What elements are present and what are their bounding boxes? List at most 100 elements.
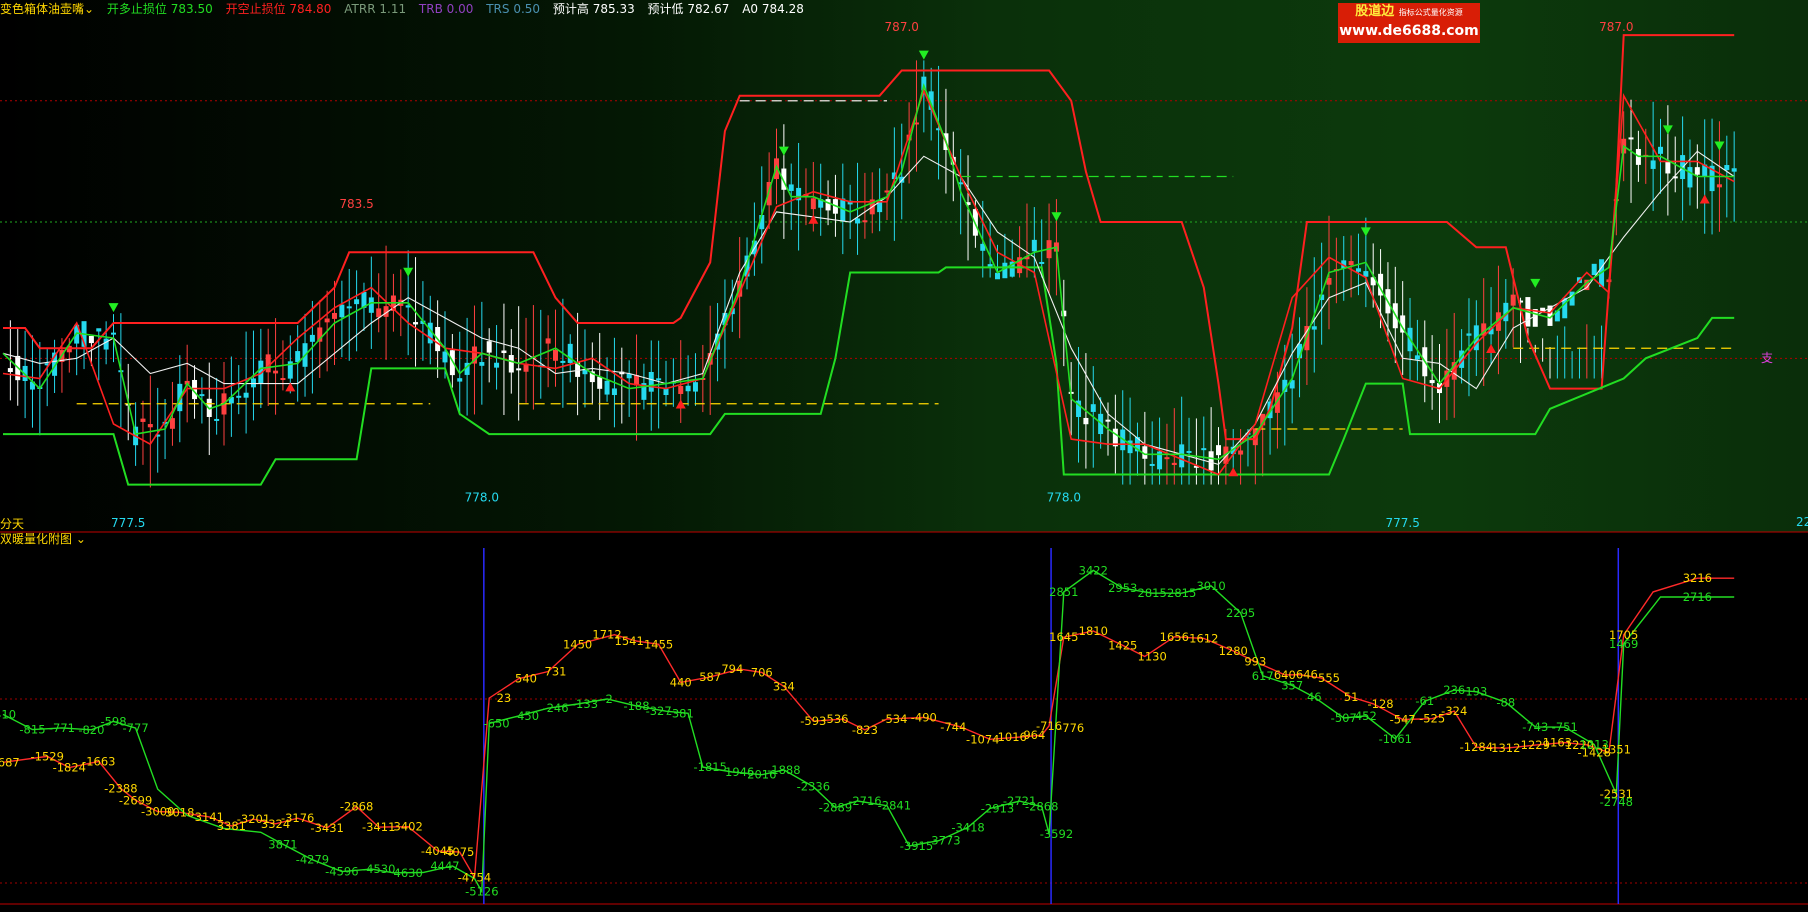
sub-value-label: -1061 — [1379, 732, 1412, 746]
sub-value-label: -2841 — [878, 799, 911, 813]
candle-body — [810, 198, 816, 210]
candle-body — [1731, 168, 1737, 172]
sub-value-label: 555 — [1318, 671, 1340, 685]
candle-body — [1694, 167, 1700, 175]
sub-value-label: 731 — [545, 665, 567, 679]
sub-value-label: 193 — [1465, 685, 1487, 699]
sub-value-label: -771 — [49, 721, 75, 735]
sub-value-label: -4279 — [296, 853, 329, 867]
sub-value-label: 452 — [1355, 709, 1377, 723]
price-extreme-label: 787.0 — [1599, 20, 1633, 34]
candle-body — [1429, 380, 1435, 384]
sub-value-label: -1663 — [82, 754, 115, 768]
price-extreme-label: 778.0 — [1047, 491, 1081, 505]
candle-body — [1665, 161, 1671, 174]
candle-body — [553, 349, 558, 361]
candle-body — [604, 380, 610, 395]
sub-value-label: 2851 — [1049, 585, 1078, 599]
sub-value-label: -1815 — [693, 760, 726, 774]
candle-body — [1466, 333, 1472, 336]
sub-value-label: 46 — [1307, 690, 1322, 704]
sub-value-label: -2889 — [819, 800, 852, 814]
sub-value-label: 3216 — [1683, 571, 1712, 585]
candle-body — [442, 351, 448, 363]
candle-body — [1348, 261, 1354, 266]
sub-value-label: -744 — [940, 720, 966, 734]
candle-body — [324, 318, 330, 323]
sub-value-label: -3592 — [1040, 827, 1073, 841]
sub-value-label: 334 — [773, 679, 795, 693]
sub-value-label: 236 — [1443, 683, 1465, 697]
indicator-title[interactable]: 变色箱体油壶嘴 — [0, 2, 84, 16]
est-high-value: 785.33 — [592, 2, 635, 16]
sub-value-label: 357 — [1281, 679, 1303, 693]
candle-body — [265, 354, 271, 373]
sub-value-label: 3010 — [1196, 579, 1225, 593]
sub-value-label: 617 — [1252, 669, 1274, 683]
candle-body — [663, 388, 669, 396]
sub-value-label: 587 — [699, 670, 721, 684]
sub-value-label: -2868 — [340, 800, 373, 814]
candle-body — [354, 299, 360, 305]
price-extreme-label: 777.5 — [111, 516, 145, 530]
short-stop-value: 784.80 — [289, 2, 332, 16]
candle-body — [1149, 463, 1155, 466]
est-high-label: 预计高 — [552, 2, 589, 16]
watermark-tag: 指标公式量化资源 — [1398, 8, 1463, 17]
candle-body — [1208, 451, 1214, 471]
sub-value-label: 51 — [1344, 690, 1359, 704]
candle-body — [656, 378, 662, 381]
candle-body — [1171, 462, 1177, 465]
sub-value-label: -2748 — [1600, 795, 1633, 809]
candle-body — [147, 424, 153, 428]
candle-body — [862, 220, 868, 223]
candle-body — [545, 338, 551, 344]
sub-value-label: -246 — [542, 701, 568, 715]
candle-body — [1628, 137, 1634, 140]
candle-body — [368, 297, 374, 313]
sub-value-label: -3431 — [310, 821, 343, 835]
sub-value-label: -1687 — [0, 755, 20, 769]
sub-value-label: 993 — [1244, 655, 1266, 669]
candle-body — [678, 386, 684, 394]
est-low-value: 782.67 — [687, 2, 730, 16]
candle-body — [236, 395, 242, 398]
candle-body — [1201, 448, 1207, 451]
sub-value-label: 3402 — [394, 820, 423, 834]
candle-body — [413, 322, 419, 325]
sub-value-label: 23 — [497, 691, 512, 705]
est-high-group: 预计高 785.33 — [553, 2, 635, 16]
sub-value-label: 3018 — [165, 805, 194, 819]
sub-value-label: -3176 — [281, 811, 314, 825]
candle-body — [987, 264, 993, 267]
dropdown-icon[interactable]: ⌄ — [84, 2, 94, 16]
atrr-value: 1.11 — [379, 2, 407, 16]
candle-body — [486, 341, 492, 353]
sub-value-label: -777 — [123, 721, 149, 735]
price-extreme-label: 778.0 — [465, 491, 499, 505]
candle-body — [273, 370, 279, 374]
trs-value: 0.50 — [513, 2, 541, 16]
candle-body — [479, 362, 485, 366]
sub-value-label: 2815 — [1167, 586, 1196, 600]
candle-body — [309, 334, 315, 342]
corner-number: 22 — [1796, 515, 1808, 529]
sub-value-label: 1469 — [1609, 637, 1638, 651]
candle-body — [1031, 239, 1037, 252]
sub-value-label: 794 — [721, 662, 743, 676]
candle-body — [597, 376, 603, 389]
sub-value-label: -4754 — [458, 870, 491, 884]
candle-body — [1510, 294, 1516, 306]
candle-body — [611, 388, 617, 396]
sub-value-label: 1810 — [1079, 624, 1108, 638]
sub-value-label: -3411 — [362, 820, 395, 834]
candle-body — [214, 418, 220, 421]
candle-body — [995, 272, 1000, 280]
sub-dropdown-icon[interactable]: ⌄ — [72, 532, 86, 546]
sub-indicator-title[interactable]: 双暖量化附图 — [0, 532, 72, 546]
short-stop-label: 开空止损位 — [225, 2, 286, 16]
sub-value-label: -450 — [513, 709, 539, 723]
sub-value-label: 1312 — [1491, 741, 1520, 755]
candle-body — [508, 355, 514, 373]
sub-value-label: -2336 — [797, 780, 830, 794]
